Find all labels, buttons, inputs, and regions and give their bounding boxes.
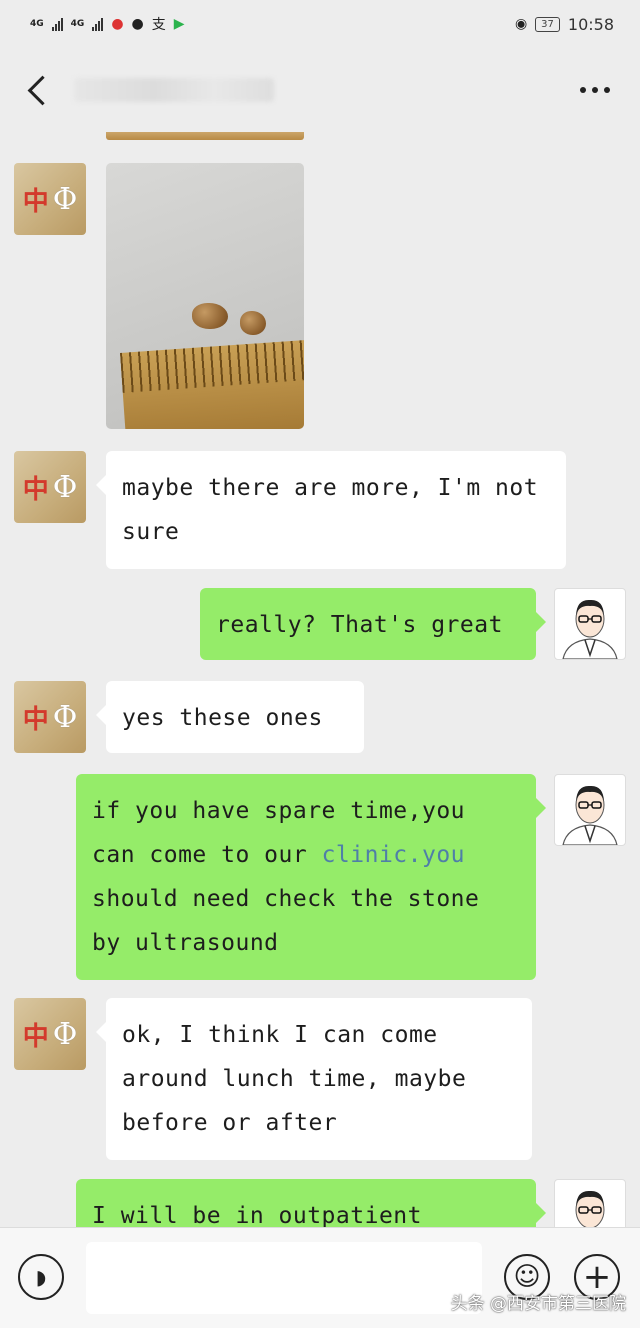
battery-indicator: 37 — [535, 16, 560, 32]
avatar-logo-char: 中 — [22, 1021, 49, 1052]
message-text: yes these ones — [122, 705, 323, 731]
watermark: 头条 @西安市第三医院 — [450, 1294, 626, 1314]
voice-icon[interactable]: ◗ — [18, 1254, 64, 1300]
eye-icon: ◉ — [514, 16, 528, 32]
network-label-1: 4G — [30, 18, 44, 29]
status-right: ◉ 37 10:58 — [515, 15, 614, 34]
status-time: 10:58 — [567, 14, 614, 34]
avatar-logo-char: 中 — [22, 474, 49, 505]
contact-name-blurred — [74, 78, 274, 102]
contact-avatar[interactable]: 中 Φ — [14, 451, 86, 523]
avatar-logo-symbol: Φ — [52, 181, 78, 217]
network-label-2: 4G — [70, 18, 85, 29]
message-bubble[interactable]: ok, I think I can come around lunch time… — [96, 998, 532, 1160]
signal-icon-2 — [92, 17, 104, 31]
avatar-logo-char: 中 — [22, 704, 49, 735]
chat-area[interactable]: 中 Φ 中 Φ maybe there are more, I'm not su… — [0, 132, 640, 1227]
avatar-logo-symbol: Φ — [52, 469, 78, 505]
message-text: really? That's great — [216, 612, 503, 638]
message-bubble[interactable]: if you have spare time,you can come to o… — [76, 774, 546, 980]
signal-icon — [51, 17, 63, 31]
message-input[interactable] — [86, 1242, 482, 1314]
doctor-avatar-icon — [562, 785, 618, 845]
message-text: ok, I think I can come around lunch time… — [122, 1022, 467, 1136]
avatar-logo-symbol: Φ — [52, 1016, 78, 1052]
contact-avatar[interactable]: 中 Φ — [14, 681, 86, 753]
previous-image-message[interactable] — [106, 132, 304, 140]
ruler-shape — [120, 339, 304, 429]
status-bar: 4G 4G ● ● 支 ▶ ◉ 37 10:58 — [0, 0, 640, 48]
user-avatar[interactable] — [554, 588, 626, 660]
alipay-icon: 支 — [151, 17, 166, 33]
back-icon[interactable] — [18, 60, 68, 120]
contact-avatar[interactable]: 中 Φ — [14, 163, 86, 235]
stone-photo-message[interactable] — [106, 163, 304, 429]
message-icon: ● — [131, 16, 144, 32]
message-text: maybe there are more, I'm not sure — [122, 475, 539, 545]
message-link[interactable]: clinic.you — [322, 842, 465, 868]
user-avatar[interactable] — [554, 1179, 626, 1227]
more-icon[interactable] — [580, 87, 610, 93]
doctor-avatar-icon — [562, 599, 618, 659]
message-bubble[interactable]: really? That's great — [200, 588, 546, 660]
message-bubble[interactable]: maybe there are more, I'm not sure — [96, 451, 566, 569]
avatar-logo-symbol: Φ — [52, 699, 78, 735]
chat-header — [0, 48, 640, 132]
location-icon: ● — [111, 16, 124, 32]
doctor-avatar-icon — [575, 1190, 605, 1227]
input-bar: ◗ ☺ + 头条 @西安市第三医院 — [0, 1227, 640, 1328]
stone-shape — [192, 303, 228, 329]
message-bubble[interactable]: I will be in outpatient clinic — [76, 1179, 546, 1227]
message-text: I will be in outpatient clinic — [92, 1203, 422, 1227]
avatar-logo-char: 中 — [22, 186, 49, 217]
message-bubble[interactable]: yes these ones — [96, 681, 364, 753]
stone-shape — [240, 311, 266, 335]
user-avatar[interactable] — [554, 774, 626, 846]
video-icon: ▶ — [173, 16, 185, 32]
status-left: 4G 4G ● ● 支 ▶ — [30, 14, 185, 34]
contact-avatar[interactable]: 中 Φ — [14, 998, 86, 1070]
message-text: should need check the stone by ultrasoun… — [92, 886, 480, 956]
